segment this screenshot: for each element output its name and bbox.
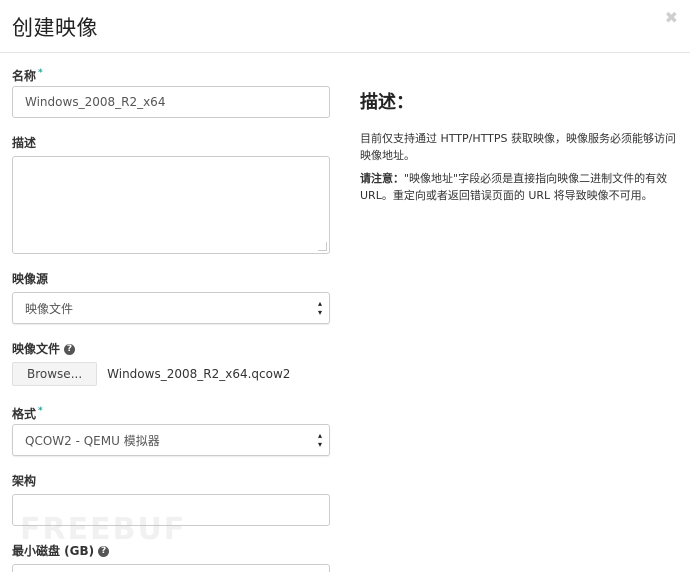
name-input[interactable]	[12, 86, 330, 118]
description-group: 描述	[12, 136, 332, 254]
name-group: 名称 *	[12, 66, 332, 118]
required-mark: *	[38, 68, 43, 78]
note-text: "映像地址"字段必须是直接指向映像二进制文件的有效 URL。重定向或者返回错误页…	[360, 172, 668, 202]
name-label-text: 名称	[12, 69, 37, 83]
help-icon[interactable]: ?	[64, 344, 76, 355]
image-source-selected: 映像文件	[25, 301, 74, 316]
select-arrows-icon: ▴ ▾	[317, 299, 322, 317]
required-mark: *	[38, 406, 43, 416]
image-file-label: 映像文件?	[12, 342, 332, 356]
image-source-label: 映像源	[12, 272, 49, 286]
note-label: 请注意：	[360, 172, 404, 185]
format-label-text: 格式	[12, 407, 37, 421]
min-disk-group: 最小磁盘 (GB)?	[12, 544, 332, 572]
image-file-label-text: 映像文件	[12, 342, 61, 356]
close-icon[interactable]: ✖	[665, 10, 678, 26]
description-textarea[interactable]	[12, 156, 330, 254]
image-form: 名称* 描述 映像源 映像文件 ▴▾ 映像文件? Browse... Windo…	[12, 66, 332, 572]
image-file-group: 映像文件? Browse... Windows_2008_R2_x64.qcow…	[12, 342, 332, 386]
description-label: 描述	[12, 136, 37, 150]
modal-title: 创建映像	[12, 16, 98, 40]
min-disk-input[interactable]	[12, 564, 330, 572]
format-group: 格式 * QCOW2 - QEMU 模拟器 ▴ ▾	[12, 404, 332, 456]
image-source-select[interactable]: 映像文件 ▴ ▾	[12, 292, 330, 324]
help-icon[interactable]: ?	[98, 546, 110, 557]
image-source-group: 映像源 映像文件 ▴ ▾	[12, 272, 332, 324]
browse-button[interactable]: Browse...	[12, 362, 98, 386]
header-divider	[0, 52, 690, 53]
description-panel: 描述： 目前仅支持通过 HTTP/HTTPS 获取映像，映像服务必须能够访问映像…	[360, 88, 678, 210]
watermark-logo: FREEBUF	[20, 512, 187, 547]
format-selected: QCOW2 - QEMU 模拟器	[25, 433, 160, 448]
select-arrows-icon: ▴ ▾	[317, 431, 322, 449]
name-label: 名称 *	[12, 66, 332, 83]
format-select[interactable]: QCOW2 - QEMU 模拟器 ▴ ▾	[12, 424, 330, 456]
description-note: 请注意："映像地址"字段必须是直接指向映像二进制文件的有效 URL。重定向或者返…	[360, 170, 678, 204]
architecture-label: 架构	[12, 474, 37, 488]
description-panel-title: 描述：	[360, 92, 414, 113]
selected-file-name: Windows_2008_R2_x64.qcow2	[107, 367, 291, 381]
resize-handle-icon[interactable]	[318, 242, 327, 251]
file-picker: Browse... Windows_2008_R2_x64.qcow2	[12, 362, 332, 386]
format-label: 格式 *	[12, 404, 332, 421]
description-paragraph: 目前仅支持通过 HTTP/HTTPS 获取映像，映像服务必须能够访问映像地址。	[360, 132, 676, 162]
